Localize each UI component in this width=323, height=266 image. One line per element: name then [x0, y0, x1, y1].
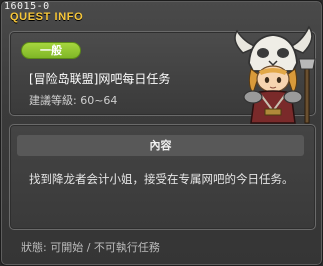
recommended-level: 建議等級: 60~64 [29, 94, 118, 107]
quest-info-window: 16015-0 QUEST INFO 一般 [冒险岛联盟]网吧每日任务 建議等級… [0, 0, 323, 266]
skull-helmet-warrior-npc-icon [234, 25, 316, 124]
quest-category-badge: 一般 [21, 42, 81, 59]
content-header: 內容 [17, 135, 304, 156]
quest-description: 找到降龙者会计小姐，接受在专属网吧的今日任务。 [29, 172, 294, 186]
window-title: QUEST INFO [10, 11, 84, 23]
quest-name: [冒险岛联盟]网吧每日任务 [29, 72, 171, 86]
quest-status: 狀態: 可開始 / 不可執行任務 [21, 241, 160, 254]
